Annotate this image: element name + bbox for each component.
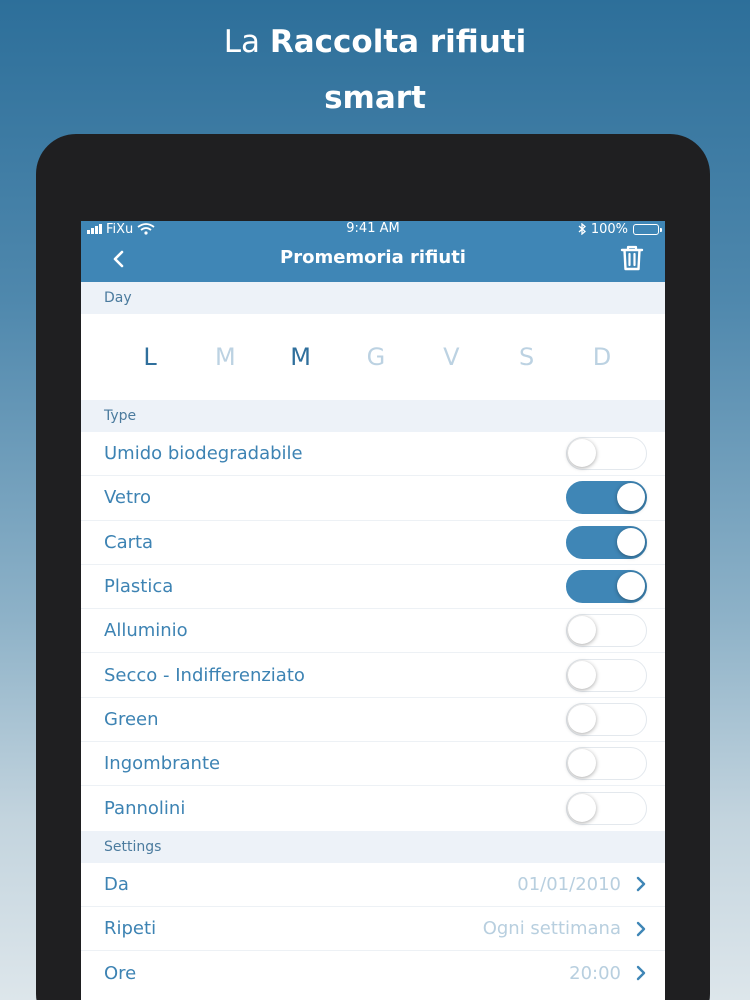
day-option[interactable]: S: [512, 343, 542, 371]
section-header-type: Type: [81, 400, 665, 432]
nav-title: Promemoria rifiuti: [280, 247, 466, 268]
type-label: Ingombrante: [104, 753, 221, 775]
chevron-right-icon: [636, 966, 646, 981]
trash-icon[interactable]: [617, 243, 647, 273]
type-label: Plastica: [104, 576, 174, 598]
promo-headline: La Raccolta rifiuti smart: [0, 14, 750, 126]
setting-value: 20:00: [569, 962, 621, 984]
type-label: Vetro: [104, 487, 152, 509]
promo-headline-line2: smart: [324, 80, 426, 116]
toggle-knob: [617, 527, 645, 556]
type-toggle[interactable]: [566, 614, 647, 648]
battery-percent: 100%: [590, 221, 628, 237]
type-list: Umido biodegradabile Vetro Carta Plastica Al…: [81, 432, 665, 831]
type-row: Carta: [81, 520, 665, 565]
type-toggle[interactable]: [566, 658, 647, 692]
toggle-knob: [568, 439, 596, 468]
type-row: Ingombrante: [81, 742, 665, 787]
app-screen: FiXu 9:41 AM 100% Promemoria rifiuti Day…: [81, 221, 665, 1000]
day-selector: LMMGVSD: [81, 314, 665, 400]
setting-value: Ogni settimana: [482, 918, 621, 940]
type-label: Umido biodegradabile: [104, 443, 303, 465]
day-option[interactable]: M: [210, 343, 240, 371]
type-row: Pannolini: [81, 786, 665, 831]
type-row: Secco - Indifferenziato: [81, 653, 665, 698]
type-label: Secco - Indifferenziato: [104, 664, 305, 686]
chevron-right-icon: [636, 921, 646, 936]
setting-label: Ripeti: [104, 918, 157, 940]
nav-bar: Promemoria rifiuti: [81, 237, 665, 282]
bluetooth-icon: [578, 223, 586, 235]
day-option[interactable]: L: [135, 343, 165, 371]
type-label: Alluminio: [104, 620, 188, 642]
type-label: Pannolini: [104, 798, 186, 820]
type-toggle[interactable]: [566, 437, 647, 471]
type-toggle[interactable]: [566, 747, 647, 781]
toggle-knob: [617, 483, 645, 512]
type-label: Green: [104, 708, 159, 730]
toggle-knob: [568, 749, 596, 778]
type-row: Plastica: [81, 564, 665, 610]
toggle-knob: [617, 572, 645, 601]
promo-headline-light: La: [223, 24, 260, 60]
day-option[interactable]: D: [587, 343, 617, 371]
battery-icon: [633, 223, 662, 235]
type-row: Green: [81, 697, 665, 743]
setting-label: Da: [104, 873, 129, 895]
type-row: Alluminio: [81, 609, 665, 654]
settings-list: Da 01/01/2010 Ripeti Ogni settimana Ore 20:00: [81, 862, 665, 996]
toggle-knob: [568, 660, 596, 689]
type-row: Umido biodegradabile: [81, 432, 665, 477]
setting-value-group: 20:00: [569, 963, 647, 984]
toggle-knob: [568, 616, 596, 645]
section-header-settings: Settings: [81, 830, 665, 863]
type-label: Carta: [104, 531, 154, 553]
toggle-knob: [568, 794, 596, 823]
day-option[interactable]: G: [361, 343, 391, 371]
setting-value: 01/01/2010: [517, 873, 621, 895]
type-toggle[interactable]: [566, 570, 647, 604]
promo-headline-line1: La Raccolta rifiuti: [0, 14, 750, 70]
section-header-day: Day: [81, 282, 665, 314]
day-option[interactable]: M: [286, 343, 316, 371]
setting-value-group: Ogni settimana: [483, 918, 647, 939]
status-bar: FiXu 9:41 AM 100%: [81, 221, 665, 237]
setting-row[interactable]: Ripeti Ogni settimana: [81, 906, 665, 952]
status-right: 100%: [578, 221, 662, 237]
setting-row[interactable]: Ore 20:00: [81, 951, 665, 996]
chevron-right-icon: [636, 877, 646, 892]
promo-headline-bold: Raccolta rifiuti: [269, 24, 527, 60]
type-toggle[interactable]: [566, 525, 647, 559]
type-row: Vetro: [81, 476, 665, 521]
day-option[interactable]: V: [436, 343, 466, 371]
toggle-knob: [568, 704, 596, 733]
setting-value-group: 01/01/2010: [517, 874, 647, 895]
type-toggle[interactable]: [566, 481, 647, 515]
setting-row[interactable]: Da 01/01/2010: [81, 862, 665, 907]
type-toggle[interactable]: [566, 702, 647, 736]
type-toggle[interactable]: [566, 792, 647, 826]
setting-label: Ore: [104, 962, 137, 984]
